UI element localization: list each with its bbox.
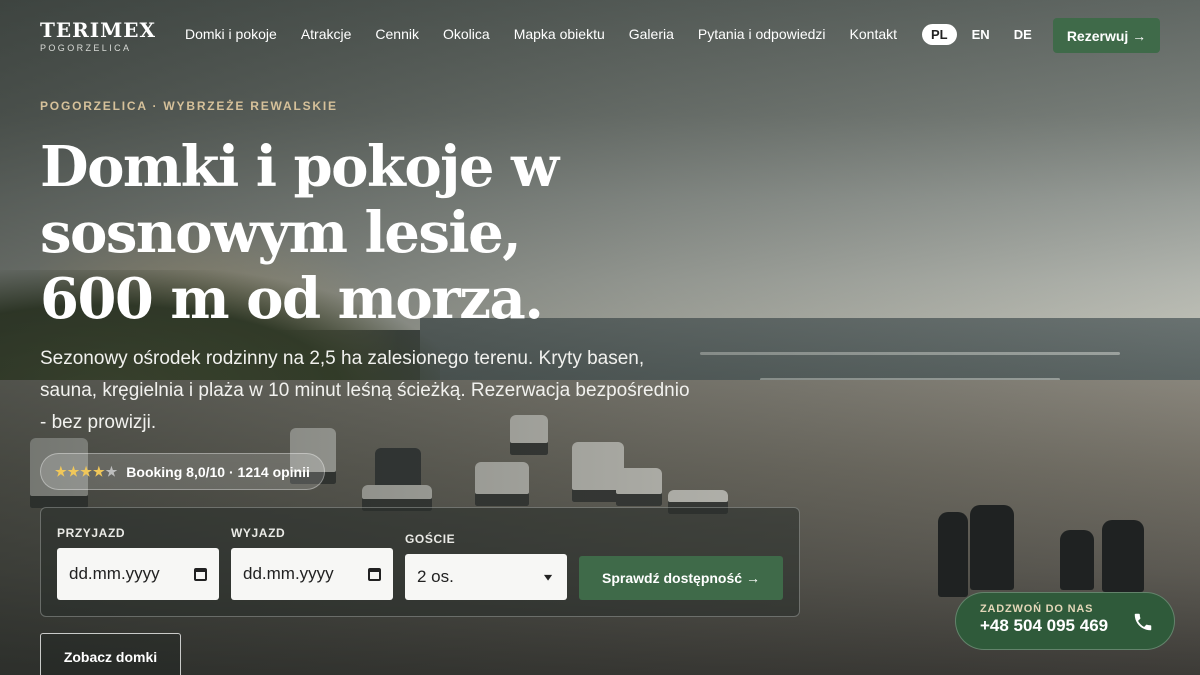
nav-item-cennik[interactable]: Cennik [375,26,419,42]
nav-item-okolica[interactable]: Okolica [443,26,490,42]
departure-placeholder: dd.mm.yyyy [243,564,334,583]
calendar-icon[interactable] [194,567,207,581]
lang-en[interactable]: EN [963,24,999,45]
booking-form: PRZYJAZD dd.mm.yyyy WYJAZD dd.mm.yyyy GO… [40,507,800,617]
hero-eyebrow: POGORZELICA · WYBRZEŻE REWALSKIE [40,99,338,113]
phone-icon [1134,613,1152,631]
lang-pl[interactable]: PL [922,24,957,45]
arrival-label: PRZYJAZD [57,526,126,540]
hero-lead: Sezonowy ośrodek rodzinny na 2,5 ha zale… [40,348,690,433]
headline-line: Domki i pokoje w [40,134,559,200]
chevron-down-icon: ▼ [541,571,555,583]
logo-name: TERIMEX [40,18,157,42]
nav-item-faq[interactable]: Pytania i odpowiedzi [698,26,826,42]
logo-subtitle: POGORZELICA [40,43,132,53]
departure-field-group: WYJAZD dd.mm.yyyy [231,526,393,600]
see-cottages-button[interactable]: Zobacz domki [40,633,181,675]
call-us-button[interactable]: ZADZWOŃ DO NAS +48 504 095 469 [955,592,1175,650]
guests-field-group: GOŚCIE 2 os. ▼ [405,532,567,600]
star-rating-icon: ★★★★★ [55,463,119,479]
phone-number: +48 504 095 469 [980,616,1109,635]
nav-item-mapka[interactable]: Mapka obiektu [514,26,605,42]
site-header: TERIMEX POGORZELICA Domki i pokoje Atrak… [0,0,1200,70]
arrival-field-group: PRZYJAZD dd.mm.yyyy [57,526,219,600]
departure-date-input[interactable]: dd.mm.yyyy [231,548,393,600]
headline-line: 600 m od morza. [40,266,544,332]
main-nav: Domki i pokoje Atrakcje Cennik Okolica M… [185,26,921,42]
headline-line: sosnowym lesie, [40,200,522,266]
guests-select[interactable]: 2 os. ▼ [405,554,567,600]
nav-item-atrakcje[interactable]: Atrakcje [301,26,352,42]
language-switcher: PL EN DE [922,24,1041,45]
arrival-date-input[interactable]: dd.mm.yyyy [57,548,219,600]
nav-item-galeria[interactable]: Galeria [629,26,674,42]
nav-item-kontakt[interactable]: Kontakt [850,26,897,42]
lang-de[interactable]: DE [1005,24,1041,45]
logo[interactable]: TERIMEX POGORZELICA [40,18,156,53]
call-label: ZADZWOŃ DO NAS [980,603,1094,615]
calendar-icon[interactable] [368,567,381,581]
arrival-placeholder: dd.mm.yyyy [69,564,160,583]
guests-label: GOŚCIE [405,532,456,546]
guests-value: 2 os. [417,567,454,586]
rating-text: Booking 8,0/10 · 1214 opinii [126,463,310,480]
nav-item-domki[interactable]: Domki i pokoje [185,26,277,42]
hero-headline: Domki i pokoje w sosnowym lesie, 600 m o… [40,134,600,332]
rating-badge: ★★★★★ Booking 8,0/10 · 1214 opinii [40,453,325,490]
check-availability-button[interactable]: Sprawdź dostępność → [579,556,783,600]
reserve-button[interactable]: Rezerwuj → [1053,18,1160,53]
departure-label: WYJAZD [231,526,286,540]
